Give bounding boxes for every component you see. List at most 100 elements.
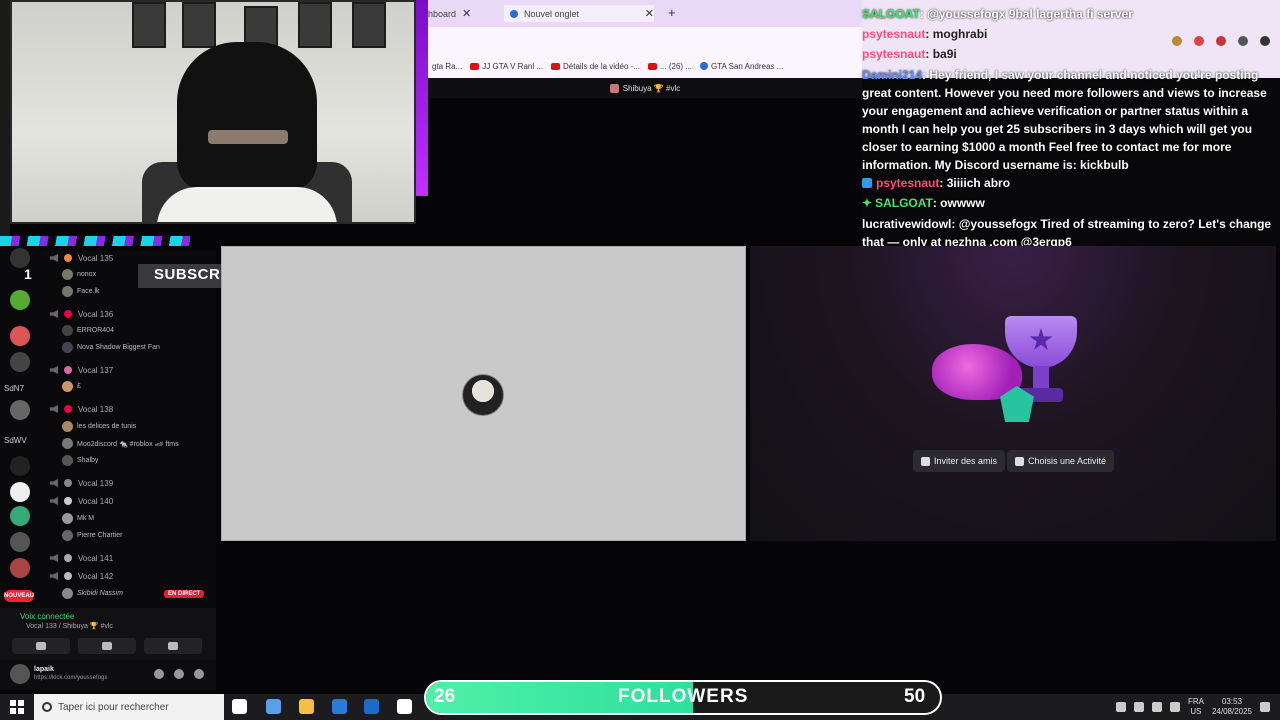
- channel-item[interactable]: Vocal 142: [40, 568, 216, 584]
- server-icon[interactable]: [10, 352, 30, 372]
- server-icon[interactable]: [10, 456, 30, 476]
- vscode-icon[interactable]: [332, 699, 347, 714]
- choose-activity-button[interactable]: Choisis une Activité: [1007, 450, 1115, 472]
- windows-start-icon[interactable]: [10, 700, 24, 714]
- speaker-icon: [50, 479, 58, 487]
- chat-message: ✦ SALGOAT: owwww: [862, 196, 985, 210]
- server-icon[interactable]: [10, 532, 30, 552]
- server-icon[interactable]: [10, 506, 30, 526]
- server-label: SdWV: [4, 436, 27, 445]
- close-icon[interactable]: ✕: [462, 7, 471, 20]
- member-item[interactable]: Moo2discord 🐀 #roblox 🏎 ftms: [62, 436, 179, 451]
- bookmark[interactable]: JJ GTA V Ranl ...: [470, 62, 543, 71]
- member-item[interactable]: ERROR404: [62, 323, 114, 338]
- emoji-icon: [64, 366, 72, 374]
- avatar: [62, 342, 73, 353]
- screen-share-button[interactable]: [78, 638, 136, 654]
- emoji-icon: [64, 254, 72, 262]
- network-icon[interactable]: [1133, 702, 1144, 712]
- emoji-icon: [64, 554, 72, 562]
- member-item[interactable]: les delices de tunis: [62, 419, 136, 434]
- clock[interactable]: 03:53 24/08/2025: [1212, 697, 1252, 717]
- channel-item[interactable]: Vocal 139: [40, 475, 216, 491]
- voice-channel-name: Vocal 133 / Shibuya 🏆 #vlc: [26, 623, 113, 630]
- call-participant-tile[interactable]: [221, 246, 746, 541]
- bookmarks-bar: gta Ra... JJ GTA V Ranl ... Détails de l…: [428, 54, 862, 78]
- avatar: [62, 588, 73, 599]
- add-user-icon: [921, 456, 930, 466]
- globe-icon: [699, 62, 708, 70]
- outlook-icon[interactable]: [364, 699, 379, 714]
- address-bar[interactable]: [428, 27, 862, 54]
- chat-message: Damini214: Hey friend, I saw your channe…: [862, 68, 1267, 172]
- member-item[interactable]: nonox: [62, 267, 96, 282]
- server-icon[interactable]: [10, 326, 30, 346]
- voice-status-panel: Voix connectée Vocal 133 / Shibuya 🏆 #vl…: [0, 608, 216, 660]
- video-button[interactable]: [12, 638, 70, 654]
- battery-icon[interactable]: [1169, 702, 1180, 712]
- server-icon[interactable]: [10, 290, 30, 310]
- edge-strip: [0, 0, 10, 240]
- discord-channel-title: Shibuya 🏆 #vlc: [428, 78, 862, 98]
- volume-icon[interactable]: [1151, 702, 1162, 712]
- channel-item[interactable]: Vocal 135: [40, 250, 216, 266]
- channel-item[interactable]: Vocal 136: [40, 306, 216, 322]
- member-item[interactable]: Pierre Chartier: [62, 528, 123, 543]
- bookmark[interactable]: GTA San Andreas ...: [699, 62, 783, 71]
- new-tab-button[interactable]: +: [668, 5, 676, 20]
- member-item[interactable]: Mk M: [62, 511, 94, 526]
- tab-dashboard[interactable]: hboard ✕: [428, 5, 498, 22]
- overlay-stripe: [0, 236, 190, 246]
- subscribers-count: 1: [24, 266, 32, 282]
- member-item[interactable]: Shalby: [62, 453, 98, 468]
- speaker-icon: [50, 405, 58, 413]
- notification-icon[interactable]: [1260, 702, 1270, 712]
- channel-item[interactable]: Vocal 138: [40, 401, 216, 417]
- avatar: [62, 286, 73, 297]
- avatar: [62, 513, 73, 524]
- bookmark[interactable]: Détails de la vidéo -...: [551, 62, 640, 71]
- member-item[interactable]: Nova Shadow Biggest Fan: [62, 340, 160, 355]
- avatar[interactable]: [10, 664, 30, 684]
- avatar: [62, 455, 73, 466]
- store-icon[interactable]: [266, 699, 281, 714]
- emoji-icon: [64, 405, 72, 413]
- webcam-feed: [10, 0, 416, 224]
- followers-current: 26: [434, 686, 456, 707]
- channel-item[interactable]: Vocal 137: [40, 362, 216, 378]
- bookmark[interactable]: ... (26) ...: [647, 62, 692, 71]
- member-item[interactable]: £: [62, 379, 81, 394]
- server-icon[interactable]: [10, 400, 30, 420]
- task-view-icon[interactable]: [232, 699, 247, 714]
- close-icon[interactable]: ✕: [645, 7, 654, 20]
- channel-item[interactable]: Vocal 141: [40, 550, 216, 566]
- chat-message: psytesnaut: ba9i: [862, 47, 957, 61]
- speaker-icon: [50, 497, 58, 505]
- badge-icon: [862, 178, 872, 188]
- chat-message: psytesnaut: 3iiiich abro: [862, 174, 1280, 192]
- document-icon[interactable]: [397, 699, 412, 714]
- server-icon[interactable]: [10, 248, 30, 268]
- server-icon[interactable]: [10, 482, 30, 502]
- bookmark[interactable]: gta Ra...: [432, 62, 462, 71]
- member-item[interactable]: Skibidi Nassim: [62, 586, 123, 601]
- member-item[interactable]: Face.lk: [62, 284, 100, 299]
- channel-item[interactable]: Vocal 140: [40, 493, 216, 509]
- taskbar-search[interactable]: Taper ici pour rechercher: [34, 694, 224, 720]
- gear-icon[interactable]: [194, 669, 204, 679]
- emoji-icon: [64, 479, 72, 487]
- tab-new[interactable]: Nouvel onglet ✕: [504, 5, 654, 22]
- speaker-icon: [50, 554, 58, 562]
- file-explorer-icon[interactable]: [299, 699, 314, 714]
- youtube-icon: [470, 62, 480, 70]
- activity-button[interactable]: [144, 638, 202, 654]
- avatar: [462, 374, 504, 416]
- browser-tab-strip: hboard ✕ Nouvel onglet ✕ +: [428, 0, 862, 27]
- invite-friends-button[interactable]: Inviter des amis: [913, 450, 1006, 472]
- chevron-up-icon[interactable]: [1115, 702, 1126, 712]
- headphones-icon[interactable]: [174, 669, 184, 679]
- server-icon[interactable]: [10, 558, 30, 578]
- language-indicator[interactable]: FRA US: [1188, 697, 1204, 717]
- gamepad-icon: [1015, 456, 1024, 466]
- microphone-icon[interactable]: [154, 669, 164, 679]
